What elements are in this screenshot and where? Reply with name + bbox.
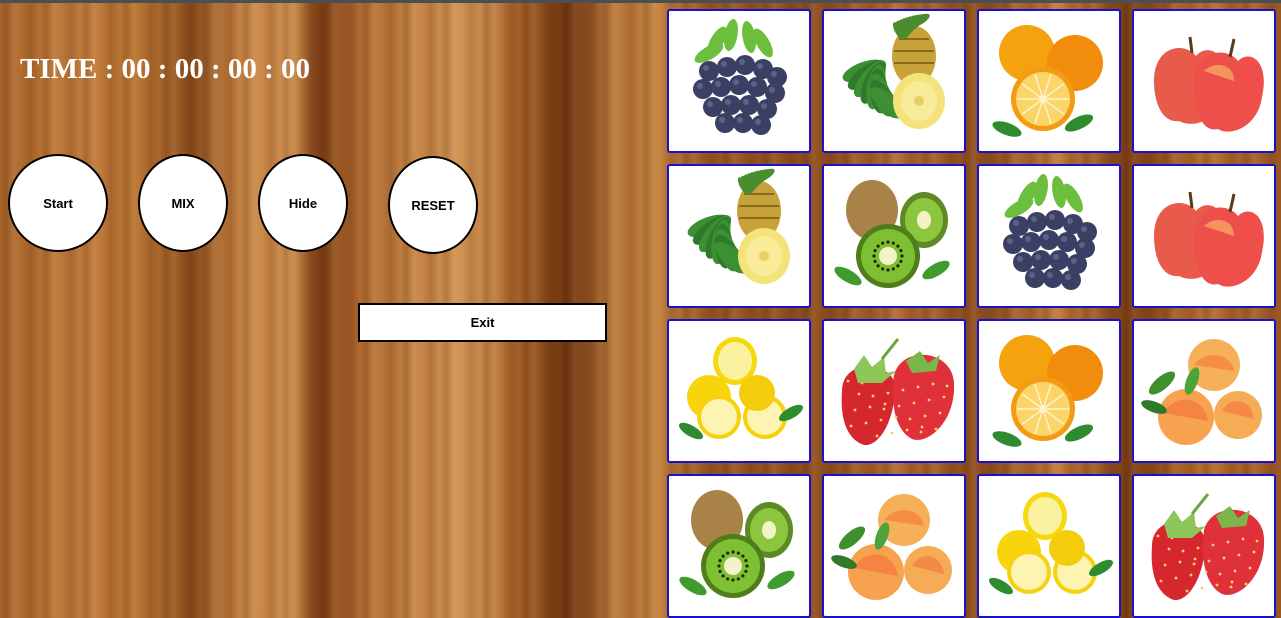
- mix-button[interactable]: MIX: [138, 154, 228, 252]
- peach-icon: [831, 494, 952, 600]
- memory-card[interactable]: [667, 319, 811, 463]
- hide-button[interactable]: Hide: [258, 154, 348, 252]
- timer-display: TIME : 00 : 00 : 00 : 00: [20, 53, 311, 85]
- kiwi-icon: [679, 490, 795, 598]
- exit-button[interactable]: Exit: [358, 303, 607, 342]
- orange-icon: [992, 25, 1103, 137]
- memory-card[interactable]: [1132, 474, 1276, 618]
- memory-card[interactable]: [822, 474, 966, 618]
- strawberry-icon: [1151, 493, 1265, 601]
- timer-centiseconds: 00: [281, 53, 311, 85]
- memory-card[interactable]: [667, 164, 811, 308]
- memory-card[interactable]: [977, 164, 1121, 308]
- lemon-icon: [989, 492, 1113, 595]
- apple-icon: [1154, 36, 1264, 132]
- start-button[interactable]: Start: [8, 154, 108, 252]
- reset-button[interactable]: RESET: [388, 156, 478, 254]
- card-grid: [667, 9, 1281, 618]
- timer-label: TIME: [20, 53, 98, 85]
- memory-card[interactable]: [977, 319, 1121, 463]
- window-top-border: [0, 0, 1281, 3]
- blueberry-icon: [1003, 174, 1097, 290]
- memory-card[interactable]: [1132, 319, 1276, 463]
- pineapple-icon: [842, 13, 945, 129]
- orange-icon: [992, 335, 1103, 447]
- timer-hours: 00: [121, 53, 151, 85]
- blueberry-icon: [693, 19, 787, 135]
- kiwi-icon: [834, 180, 950, 288]
- lemon-icon: [679, 337, 803, 440]
- timer-seconds: 00: [227, 53, 257, 85]
- timer-minutes: 00: [174, 53, 204, 85]
- pineapple-icon: [687, 168, 790, 284]
- memory-card[interactable]: [822, 164, 966, 308]
- memory-card[interactable]: [977, 474, 1121, 618]
- peach-icon: [1141, 339, 1262, 445]
- memory-card[interactable]: [977, 9, 1121, 153]
- apple-icon: [1154, 191, 1264, 287]
- memory-card[interactable]: [822, 9, 966, 153]
- strawberry-icon: [841, 338, 955, 446]
- memory-card[interactable]: [1132, 9, 1276, 153]
- memory-card[interactable]: [1132, 164, 1276, 308]
- memory-card[interactable]: [667, 9, 811, 153]
- memory-card[interactable]: [822, 319, 966, 463]
- memory-card[interactable]: [667, 474, 811, 618]
